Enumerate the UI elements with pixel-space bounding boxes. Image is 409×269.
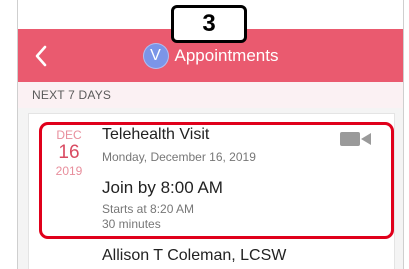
step-number-badge: 3 [171, 5, 247, 43]
visit-title: Telehealth Visit [102, 126, 210, 143]
start-time: Starts at 8:20 AM [102, 202, 195, 216]
appointment-date: DEC 16 2019 [51, 128, 87, 178]
join-time: Join by 8:00 AM [102, 178, 223, 197]
header-title-group: V Appointments [18, 43, 403, 69]
date-day: 16 [58, 142, 80, 163]
date-year: 2019 [55, 164, 83, 178]
visit-full-date: Monday, December 16, 2019 [102, 150, 256, 164]
appointment-list: DEC 16 2019 Telehealth Visit Monday, Dec… [18, 108, 403, 269]
appointment-card[interactable]: DEC 16 2019 Telehealth Visit Monday, Dec… [28, 113, 395, 269]
avatar[interactable]: V [142, 43, 169, 69]
date-month: DEC [56, 128, 82, 142]
section-label: NEXT 7 DAYS [32, 88, 112, 102]
duration: 30 minutes [102, 217, 161, 231]
section-header: NEXT 7 DAYS [18, 82, 403, 109]
video-camera-icon[interactable] [340, 132, 372, 146]
provider-name: Allison T Coleman, LCSW [102, 247, 287, 264]
page-title: Appointments [174, 46, 279, 65]
